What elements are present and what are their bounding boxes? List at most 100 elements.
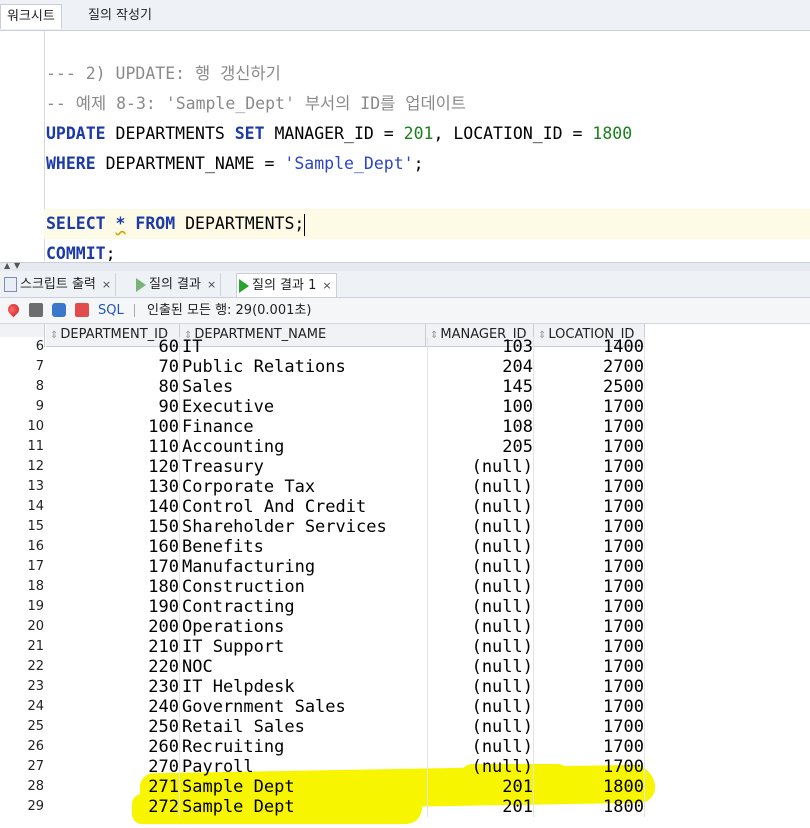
table-row[interactable]: 11 110 Accounting 205 1700 — [0, 437, 646, 457]
cell-department-id[interactable]: 120 — [46, 457, 180, 477]
cancel-fetch-icon[interactable] — [75, 303, 89, 317]
table-row[interactable]: 13 130 Corporate Tax (null) 1700 — [0, 477, 646, 497]
cell-department-id[interactable]: 130 — [46, 477, 180, 497]
tab-query-result-1[interactable]: 질의 결과 1 × — [236, 273, 337, 297]
cell-location-id[interactable]: 1700 — [534, 477, 645, 497]
cell-manager-id[interactable]: (null) — [426, 537, 534, 557]
cell-department-name[interactable]: Construction — [180, 577, 428, 597]
cell-manager-id[interactable]: (null) — [426, 497, 534, 517]
cell-manager-id[interactable]: (null) — [426, 517, 534, 537]
cell-department-id[interactable]: 90 — [46, 397, 180, 417]
tab-query-builder[interactable]: 질의 작성기 — [82, 4, 158, 28]
cell-department-id[interactable]: 230 — [46, 677, 180, 697]
cell-department-name[interactable]: Manufacturing — [180, 557, 428, 577]
cell-department-id[interactable]: 80 — [46, 377, 180, 397]
cell-department-id[interactable]: 110 — [46, 437, 180, 457]
table-row[interactable]: 8 80 Sales 145 2500 — [0, 377, 646, 397]
cell-manager-id[interactable]: (null) — [426, 557, 534, 577]
code-area[interactable]: --- 2) UPDATE: 행 갱신하기 -- 예제 8-3: 'Sample… — [46, 31, 810, 261]
cell-department-name[interactable]: Finance — [180, 417, 428, 437]
cell-department-name[interactable]: Payroll — [180, 757, 428, 777]
tab-script-output[interactable]: 스크립트 출력 × — [2, 273, 117, 296]
table-row[interactable]: 21 210 IT Support (null) 1700 — [0, 637, 646, 657]
cell-location-id[interactable]: 1700 — [534, 737, 645, 757]
print-icon[interactable] — [29, 303, 43, 317]
cell-department-name[interactable]: Executive — [180, 397, 428, 417]
cell-department-id[interactable]: 271 — [46, 777, 180, 797]
cell-location-id[interactable]: 1700 — [534, 517, 645, 537]
cell-location-id[interactable]: 1700 — [534, 717, 645, 737]
cell-department-name[interactable]: Sample Dept — [180, 797, 428, 817]
table-row[interactable]: 15 150 Shareholder Services (null) 1700 — [0, 517, 646, 537]
cell-department-id[interactable]: 140 — [46, 497, 180, 517]
cell-department-id[interactable]: 220 — [46, 657, 180, 677]
cell-department-name[interactable]: IT Helpdesk — [180, 677, 428, 697]
cell-location-id[interactable]: 1700 — [534, 757, 645, 777]
cell-department-id[interactable]: 60 — [46, 337, 180, 357]
cell-department-name[interactable]: Shareholder Services — [180, 517, 428, 537]
cell-manager-id[interactable]: 201 — [426, 777, 534, 797]
cell-manager-id[interactable]: 145 — [426, 377, 534, 397]
cell-manager-id[interactable]: (null) — [426, 677, 534, 697]
cell-location-id[interactable]: 1400 — [534, 337, 645, 357]
tab-worksheet[interactable]: 워크시트 — [0, 4, 62, 29]
cell-location-id[interactable]: 1700 — [534, 657, 645, 677]
cell-department-name[interactable]: Retail Sales — [180, 717, 428, 737]
cell-manager-id[interactable]: 201 — [426, 797, 534, 817]
cell-department-id[interactable]: 240 — [46, 697, 180, 717]
cell-department-id[interactable]: 170 — [46, 557, 180, 577]
cell-manager-id[interactable]: (null) — [426, 697, 534, 717]
cell-location-id[interactable]: 1700 — [534, 677, 645, 697]
table-row[interactable]: 10 100 Finance 108 1700 — [0, 417, 646, 437]
cell-manager-id[interactable]: 204 — [426, 357, 534, 377]
cell-department-id[interactable]: 260 — [46, 737, 180, 757]
cell-location-id[interactable]: 2700 — [534, 357, 645, 377]
cell-location-id[interactable]: 1700 — [534, 637, 645, 657]
cell-department-id[interactable]: 190 — [46, 597, 180, 617]
cell-department-id[interactable]: 100 — [46, 417, 180, 437]
collapse-down-icon[interactable]: ▼ — [14, 261, 20, 270]
cell-manager-id[interactable]: (null) — [426, 637, 534, 657]
tab-query-result[interactable]: 질의 결과 × — [134, 273, 222, 296]
cell-manager-id[interactable]: (null) — [426, 737, 534, 757]
table-row[interactable]: 9 90 Executive 100 1700 — [0, 397, 646, 417]
table-row[interactable]: 14 140 Control And Credit (null) 1700 — [0, 497, 646, 517]
cell-manager-id[interactable]: 108 — [426, 417, 534, 437]
cell-department-id[interactable]: 270 — [46, 757, 180, 777]
cell-manager-id[interactable]: 103 — [426, 337, 534, 357]
table-row[interactable]: 29 272 Sample Dept 201 1800 — [0, 797, 646, 817]
cell-location-id[interactable]: 2500 — [534, 377, 645, 397]
cell-department-name[interactable]: Public Relations — [180, 357, 428, 377]
table-row[interactable]: 17 170 Manufacturing (null) 1700 — [0, 557, 646, 577]
cell-department-name[interactable]: Sample Dept — [180, 777, 428, 797]
cell-location-id[interactable]: 1700 — [534, 457, 645, 477]
cell-department-name[interactable]: Government Sales — [180, 697, 428, 717]
cell-manager-id[interactable]: (null) — [426, 577, 534, 597]
cell-department-id[interactable]: 70 — [46, 357, 180, 377]
cell-department-name[interactable]: Operations — [180, 617, 428, 637]
cell-location-id[interactable]: 1700 — [534, 597, 645, 617]
cell-location-id[interactable]: 1700 — [534, 417, 645, 437]
cell-department-id[interactable]: 200 — [46, 617, 180, 637]
cell-location-id[interactable]: 1700 — [534, 397, 645, 417]
table-row[interactable]: 28 271 Sample Dept 201 1800 — [0, 777, 646, 797]
pin-icon[interactable] — [5, 301, 22, 318]
cell-department-name[interactable]: IT — [180, 337, 428, 357]
cell-department-name[interactable]: Treasury — [180, 457, 428, 477]
cell-department-name[interactable]: IT Support — [180, 637, 428, 657]
cell-location-id[interactable]: 1700 — [534, 537, 645, 557]
cell-location-id[interactable]: 1700 — [534, 557, 645, 577]
close-icon[interactable]: × — [207, 278, 216, 291]
cell-manager-id[interactable]: (null) — [426, 657, 534, 677]
cell-manager-id[interactable]: 205 — [426, 437, 534, 457]
cell-location-id[interactable]: 1700 — [534, 697, 645, 717]
cell-department-name[interactable]: Recruiting — [180, 737, 428, 757]
cell-location-id[interactable]: 1700 — [534, 577, 645, 597]
close-icon[interactable]: × — [322, 279, 331, 292]
collapse-up-icon[interactable]: ▲ — [4, 261, 10, 270]
table-row[interactable]: 6 60 IT 103 1400 — [0, 337, 646, 357]
cell-department-name[interactable]: Control And Credit — [180, 497, 428, 517]
cell-department-id[interactable]: 250 — [46, 717, 180, 737]
cell-department-id[interactable]: 210 — [46, 637, 180, 657]
sql-editor[interactable]: --- 2) UPDATE: 행 갱신하기 -- 예제 8-3: 'Sample… — [0, 31, 810, 261]
